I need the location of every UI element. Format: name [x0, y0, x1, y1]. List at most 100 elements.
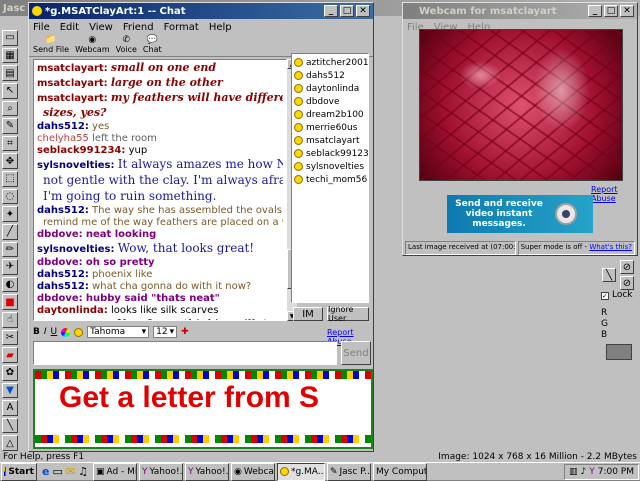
webcam-report-abuse-link[interactable]: Report Abuse: [591, 185, 637, 203]
voice-button[interactable]: ✆ Voice: [116, 35, 137, 56]
user-list-item[interactable]: dream2b100: [294, 108, 366, 121]
menu-file[interactable]: File: [33, 22, 50, 33]
task-webcam[interactable]: ◉Webca...: [230, 462, 275, 481]
media-icon[interactable]: ♫: [78, 465, 88, 478]
bold-button[interactable]: B: [33, 327, 40, 337]
banner-ad[interactable]: Get a letter from S: [33, 369, 373, 449]
clone-tool-icon[interactable]: ◐: [2, 276, 18, 293]
retouch-tool-icon[interactable]: ☝: [2, 312, 18, 328]
text-tool-icon[interactable]: A: [2, 400, 18, 416]
task-chat[interactable]: *g.MA...: [276, 462, 325, 481]
move-tool-icon[interactable]: ✥: [2, 153, 18, 169]
message-nick[interactable]: dahs512:: [37, 205, 89, 216]
color-preview-box[interactable]: [606, 344, 632, 360]
task-jasc[interactable]: ✎ Jasc P...: [326, 462, 371, 481]
style-swatch-icon[interactable]: ╲: [602, 268, 616, 282]
message-nick[interactable]: msatclayart:: [37, 78, 108, 89]
message-nick[interactable]: dahs512:: [37, 269, 89, 280]
user-list-item[interactable]: daytonlinda: [294, 82, 366, 95]
chat-titlebar[interactable]: *g.MSATClayArt:1 -- Chat _ □ ✕: [29, 3, 373, 19]
webcam-ad[interactable]: Send and receive video instant messages.: [447, 195, 593, 233]
marquee-tool-icon[interactable]: ⬚: [2, 171, 18, 187]
pencil-tool-icon[interactable]: ✏: [2, 241, 18, 258]
picture-tube-icon[interactable]: ✿: [2, 364, 18, 381]
task-my-computer[interactable]: My Computer: [372, 462, 427, 481]
tray-network-icon[interactable]: ▥: [569, 467, 578, 477]
maximize-icon[interactable]: □: [340, 5, 354, 17]
lock-checkbox[interactable]: ✓: [601, 292, 609, 300]
draw-tool-icon[interactable]: ╲: [2, 417, 18, 434]
crop-tool-icon[interactable]: ⌗: [2, 135, 18, 152]
user-list-item[interactable]: sylsnovelties: [294, 160, 366, 173]
user-list-item[interactable]: aztitcher2001: [294, 56, 368, 69]
webcam-minimize-icon[interactable]: _: [588, 5, 602, 17]
tray-messenger-icon[interactable]: Y: [589, 467, 595, 477]
desktop-icon[interactable]: ▭: [52, 465, 62, 478]
message-nick[interactable]: dbdove:: [37, 257, 83, 268]
italic-button[interactable]: I: [44, 327, 47, 337]
task-yahoo-1[interactable]: YYahoo!...: [138, 462, 183, 481]
whats-this-link[interactable]: What's this?: [589, 243, 632, 251]
im-button[interactable]: IM: [293, 307, 323, 321]
wand-tool-icon[interactable]: ✦: [2, 206, 18, 222]
task-ad[interactable]: ▣Ad - Mi...: [92, 462, 137, 481]
message-nick[interactable]: msatclayart:: [37, 63, 108, 74]
message-nick[interactable]: sylsnovelties:: [37, 160, 115, 171]
fill-tool-icon[interactable]: ▼: [2, 382, 18, 399]
new-tool-icon[interactable]: ▭: [2, 30, 18, 46]
font-select[interactable]: Tahoma ▾: [87, 326, 150, 338]
no-texture-icon[interactable]: ⊘: [620, 276, 634, 290]
user-list-item[interactable]: seblack991234: [294, 147, 368, 160]
message-nick[interactable]: msatclayart:: [37, 93, 108, 104]
user-list[interactable]: aztitcher2001 dahs512 daytonlinda dbdove dre…: [291, 53, 369, 303]
brush-tool-icon[interactable]: ╱: [2, 223, 18, 240]
color-picker-icon[interactable]: [61, 327, 71, 337]
messages-area[interactable]: msatclayart: small on one end msatclayart…: [33, 59, 287, 321]
select-tool-icon[interactable]: ▤: [2, 65, 18, 81]
send-button[interactable]: Send: [341, 341, 371, 365]
underline-button[interactable]: U: [51, 327, 58, 337]
shape-tool-icon[interactable]: △: [2, 435, 18, 451]
message-nick[interactable]: dbdove:: [37, 293, 83, 304]
user-list-item[interactable]: msatclayart: [294, 134, 366, 147]
message-nick[interactable]: dbdove:: [37, 229, 83, 240]
ignore-user-button[interactable]: Ignore User: [327, 305, 369, 323]
chat-button[interactable]: 💬 Chat: [143, 35, 162, 56]
no-style-icon[interactable]: ⊘: [620, 260, 634, 274]
tray-volume-icon[interactable]: ♪: [580, 467, 586, 477]
message-nick[interactable]: daytonlinda:: [37, 305, 108, 316]
start-button[interactable]: Start: [1, 462, 37, 481]
user-list-item[interactable]: dahs512: [294, 69, 366, 82]
color-replace-icon[interactable]: ■: [2, 294, 18, 310]
user-list-item[interactable]: dbdove: [294, 95, 366, 108]
message-nick[interactable]: sylsnovelties:: [37, 244, 115, 255]
outlook-icon[interactable]: ✉: [66, 465, 75, 478]
eraser-tool-icon[interactable]: ▰: [2, 347, 18, 363]
ie-icon[interactable]: e: [42, 465, 49, 478]
pointer-tool-icon[interactable]: ↖: [2, 82, 18, 99]
webcam-close-icon[interactable]: ✕: [620, 5, 634, 17]
menu-help[interactable]: Help: [209, 22, 232, 33]
menu-format[interactable]: Format: [164, 22, 199, 33]
message-nick[interactable]: dahs512:: [37, 281, 89, 292]
minimize-icon[interactable]: _: [324, 5, 338, 17]
message-input[interactable]: [33, 341, 337, 365]
airbrush-tool-icon[interactable]: ✈: [2, 259, 18, 275]
send-file-button[interactable]: 📁 Send File: [33, 35, 69, 56]
task-yahoo-2[interactable]: YYahoo!...: [184, 462, 229, 481]
message-nick[interactable]: chelyha55: [37, 133, 89, 144]
webcam-maximize-icon[interactable]: □: [604, 5, 618, 17]
user-list-item[interactable]: merrie60us: [294, 121, 366, 134]
message-nick[interactable]: dahs512:: [37, 121, 89, 132]
close-icon[interactable]: ✕: [356, 5, 370, 17]
scratch-tool-icon[interactable]: ✂: [2, 329, 18, 346]
size-select[interactable]: 12 ▾: [153, 326, 178, 338]
grid-tool-icon[interactable]: ▦: [2, 47, 18, 64]
menu-view[interactable]: View: [89, 22, 113, 33]
zoom-tool-icon[interactable]: ⌕: [2, 100, 18, 117]
message-nick[interactable]: seblack991234:: [37, 145, 125, 156]
user-list-item[interactable]: techi_mom56: [294, 173, 367, 186]
dropper-tool-icon[interactable]: ✎: [2, 118, 18, 134]
audible-icon[interactable]: ✚: [181, 327, 189, 337]
message-nick[interactable]: sylsnovelties:: [37, 320, 115, 321]
